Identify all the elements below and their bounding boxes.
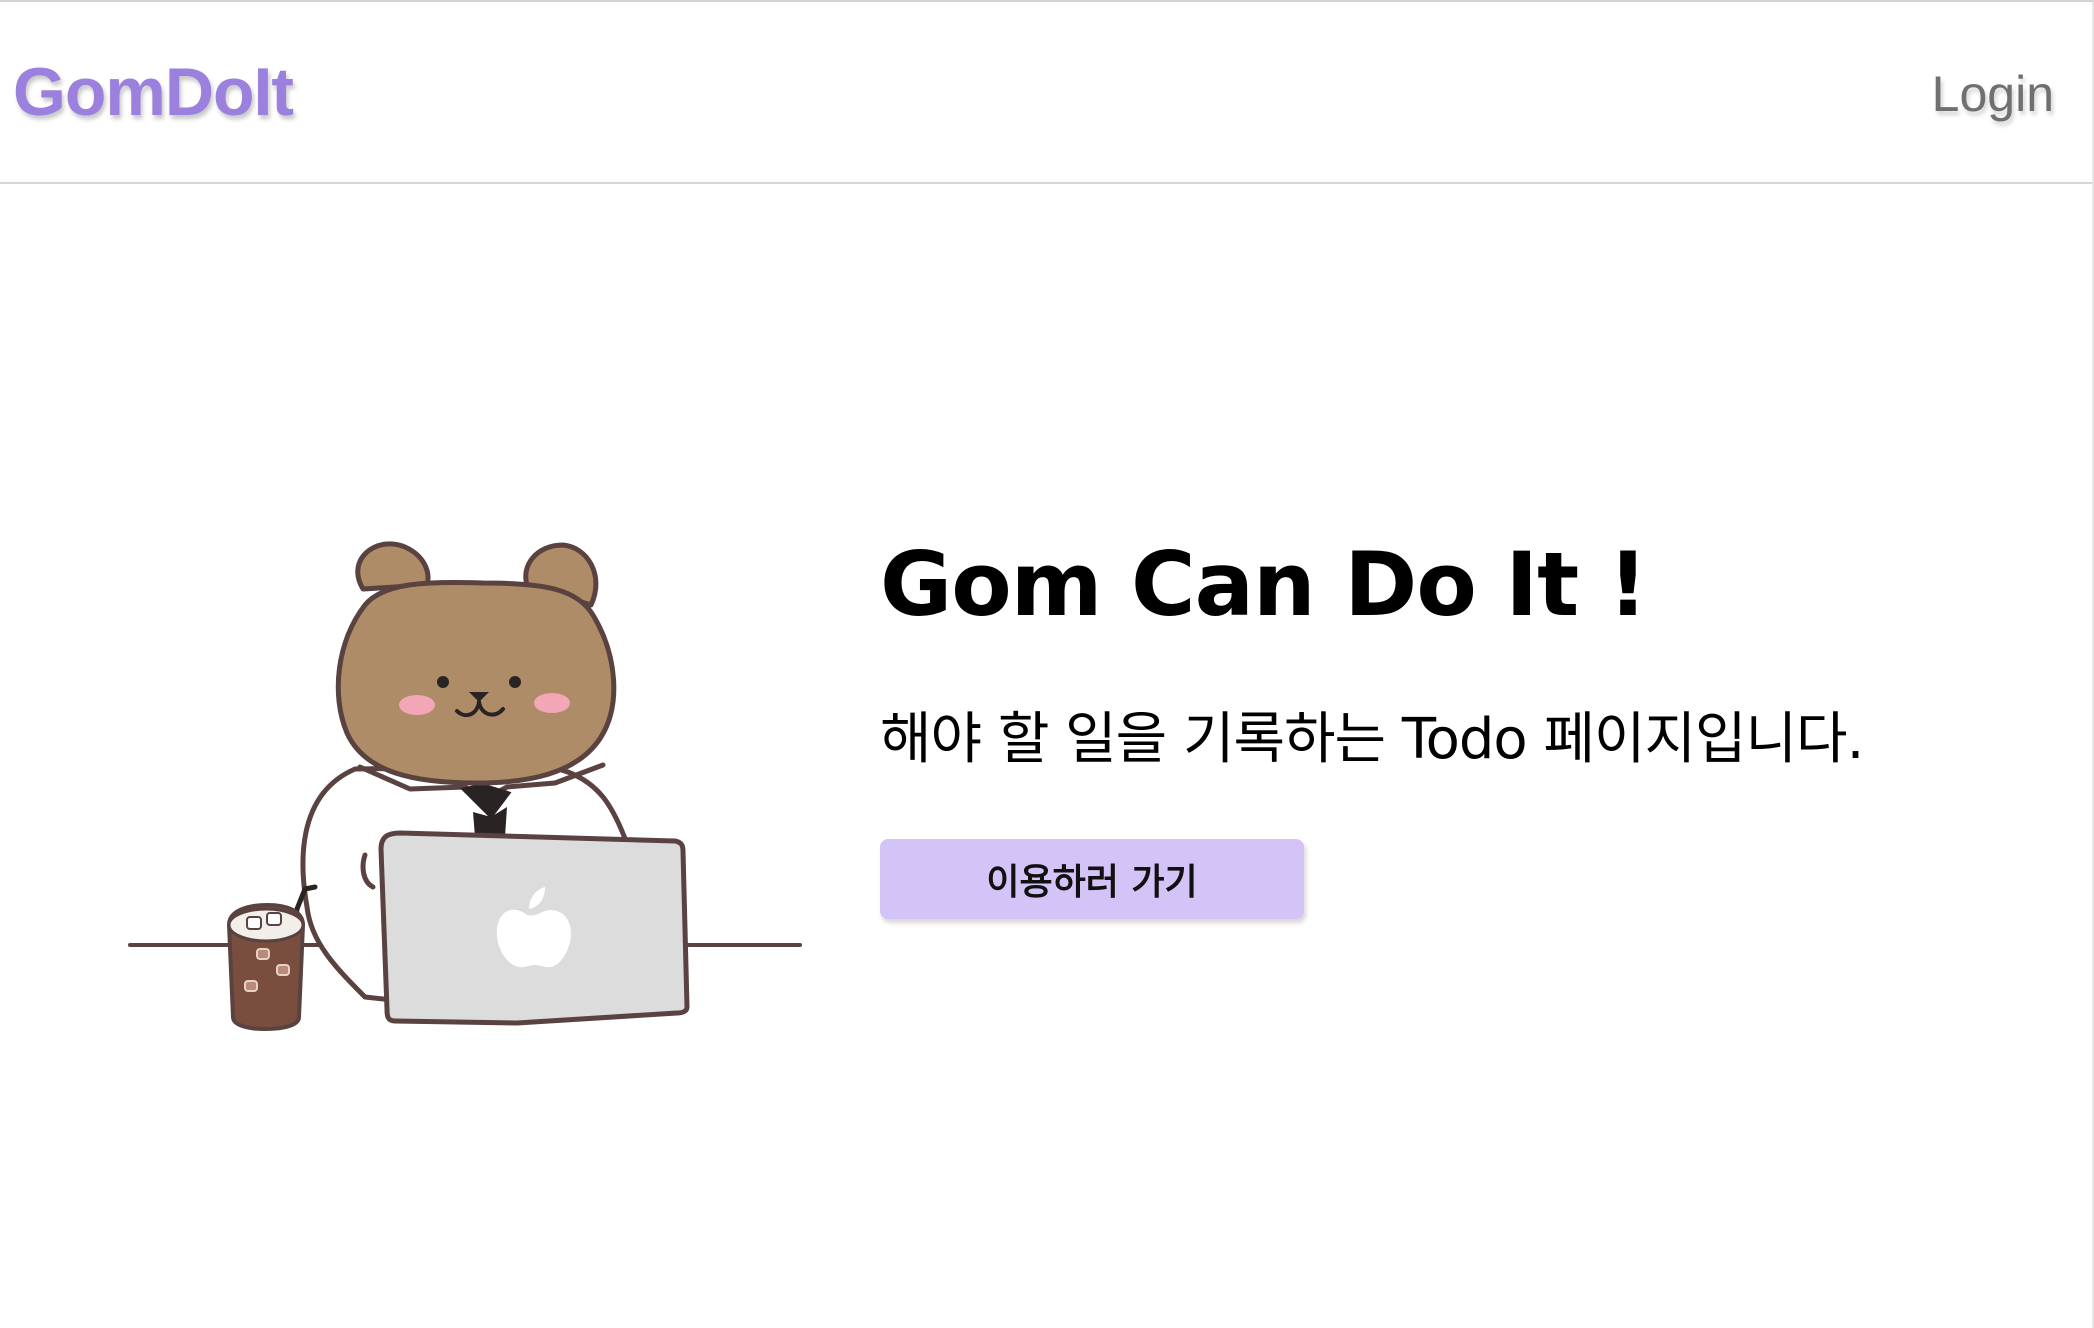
hero-subtitle: 해야 할 일을 기록하는 Todo 페이지입니다.: [880, 706, 1864, 772]
brand-logo[interactable]: GomDoIt: [13, 52, 294, 134]
landing-page: GomDoIt Login Gom Can Do It ! 해야 할 일을 기록…: [0, 0, 2094, 1328]
login-link[interactable]: Login: [1932, 64, 2054, 124]
hero-title: Gom Can Do It !: [880, 533, 1648, 636]
hero-section: Gom Can Do It ! 해야 할 일을 기록하는 Todo 페이지입니다…: [880, 532, 2060, 919]
iced-coffee-icon: [227, 884, 318, 1031]
top-navbar: GomDoIt Login: [0, 2, 2092, 184]
start-button[interactable]: 이용하러 가기: [880, 838, 1304, 919]
bear-laptop-illustration: [125, 537, 805, 1037]
bear-head: [335, 579, 617, 786]
